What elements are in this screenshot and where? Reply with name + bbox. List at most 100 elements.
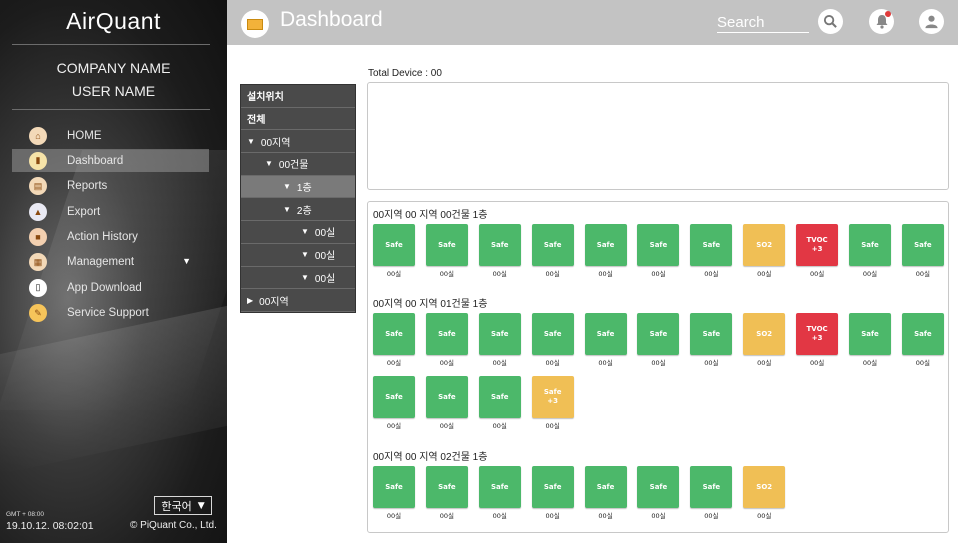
sidebar-item-action-history[interactable]: ■ Action History	[12, 226, 209, 249]
tree-node[interactable]: ▼ 00실	[241, 244, 355, 267]
device-card[interactable]: Safe 00실	[637, 466, 680, 520]
language-select[interactable]: 한국어 ▼	[154, 496, 212, 515]
device-status-tile[interactable]: Safe	[478, 224, 521, 266]
device-status-tile[interactable]: Safe +3	[531, 376, 574, 418]
sidebar-item-management[interactable]: ▦ Management ▼	[12, 251, 209, 274]
device-status-tile[interactable]: SO2	[743, 313, 786, 355]
device-status-tile[interactable]: Safe	[849, 224, 892, 266]
device-card[interactable]: Safe 00실	[901, 224, 944, 278]
device-card[interactable]: Safe 00실	[849, 224, 892, 278]
device-status-tile[interactable]: Safe	[425, 313, 468, 355]
sidebar-item-service-support[interactable]: ✎ Service Support	[12, 302, 209, 325]
tree-node[interactable]: ▼ 2층	[241, 198, 355, 222]
device-room-label: 00실	[545, 359, 560, 367]
device-card[interactable]: Safe 00실	[584, 224, 627, 278]
sidebar-item-reports[interactable]: ▤ Reports	[12, 175, 209, 198]
sidebar-item-home[interactable]: ⌂ HOME	[12, 124, 209, 147]
tree-node[interactable]: ▼ 1층	[241, 175, 355, 199]
device-status-label: Safe	[385, 240, 403, 249]
device-status-tile[interactable]: Safe	[901, 224, 944, 266]
device-status-tile[interactable]: Safe	[584, 313, 627, 355]
device-status-tile[interactable]: Safe	[901, 313, 944, 355]
device-status-tile[interactable]: Safe	[373, 466, 415, 508]
device-card[interactable]: Safe 00실	[425, 466, 468, 520]
device-card[interactable]: Safe 00실	[531, 313, 574, 367]
device-status-tile[interactable]: Safe	[373, 224, 415, 266]
device-card[interactable]: Safe 00실	[425, 224, 468, 278]
chevron-down-icon[interactable]: ▼	[182, 256, 191, 266]
expand-down-icon[interactable]: ▼	[301, 250, 309, 259]
search-input[interactable]: Search	[717, 14, 809, 33]
device-status-tile[interactable]: Safe	[637, 224, 680, 266]
device-card[interactable]: Safe 00실	[637, 313, 680, 367]
device-card[interactable]: TVOC +3 00실	[796, 224, 839, 278]
device-status-tile[interactable]: Safe	[478, 376, 521, 418]
device-status-tile[interactable]: Safe	[690, 313, 733, 355]
expand-down-icon[interactable]: ▼	[283, 205, 291, 214]
device-status-tile[interactable]: Safe	[531, 224, 574, 266]
device-status-tile[interactable]: Safe	[478, 313, 521, 355]
device-status-tile[interactable]: Safe	[425, 376, 468, 418]
expand-down-icon[interactable]: ▼	[301, 273, 309, 282]
device-card[interactable]: SO2 00실	[743, 466, 786, 520]
device-card[interactable]: Safe 00실	[373, 313, 415, 367]
tree-node[interactable]: ▼ 00건물	[241, 153, 355, 176]
device-status-tile[interactable]: SO2	[743, 466, 786, 508]
device-card[interactable]: Safe 00실	[690, 466, 733, 520]
device-status-tile[interactable]: Safe	[690, 224, 733, 266]
sidebar-item-app-download[interactable]: ▯ App Download	[12, 276, 209, 299]
device-status-tile[interactable]: Safe	[478, 466, 521, 508]
device-card[interactable]: Safe 00실	[531, 466, 574, 520]
expand-down-icon[interactable]: ▼	[265, 159, 273, 168]
device-card[interactable]: Safe 00실	[478, 313, 521, 367]
sidebar-item-export[interactable]: ▲ Export	[12, 200, 209, 223]
device-card[interactable]: Safe 00실	[584, 313, 627, 367]
user-icon[interactable]	[919, 9, 944, 34]
device-card[interactable]: TVOC +3 00실	[796, 313, 839, 367]
device-card[interactable]: Safe 00실	[425, 376, 468, 430]
device-status-tile[interactable]: Safe	[584, 224, 627, 266]
device-card[interactable]: SO2 00실	[743, 313, 786, 367]
device-status-tile[interactable]: Safe	[373, 313, 415, 355]
device-card[interactable]: Safe 00실	[425, 313, 468, 367]
device-card[interactable]: SO2 00실	[743, 224, 786, 278]
device-card[interactable]: Safe 00실	[690, 224, 733, 278]
tree-node[interactable]: ▼ 00실	[241, 221, 355, 244]
device-status-tile[interactable]: Safe	[690, 466, 733, 508]
device-card[interactable]: Safe 00실	[637, 224, 680, 278]
device-status-tile[interactable]: Safe	[584, 466, 627, 508]
device-card[interactable]: Safe 00실	[584, 466, 627, 520]
bell-icon[interactable]	[869, 9, 894, 34]
search-icon[interactable]	[818, 9, 843, 34]
sidebar-item-dashboard[interactable]: ▮ Dashboard	[12, 149, 209, 173]
device-status-tile[interactable]: TVOC +3	[796, 313, 839, 355]
device-card[interactable]: Safe 00실	[690, 313, 733, 367]
device-card[interactable]: Safe +3 00실	[531, 376, 574, 430]
device-card[interactable]: Safe 00실	[478, 224, 521, 278]
device-status-tile[interactable]: SO2	[743, 224, 786, 266]
device-status-tile[interactable]: Safe	[425, 466, 468, 508]
device-status-tile[interactable]: Safe	[849, 313, 892, 355]
expand-right-icon[interactable]: ▶	[247, 296, 253, 305]
device-card[interactable]: Safe 00실	[478, 466, 521, 520]
device-card[interactable]: Safe 00실	[478, 376, 521, 430]
tree-node[interactable]: ▶ 00지역	[241, 289, 355, 312]
expand-down-icon[interactable]: ▼	[301, 227, 309, 236]
tree-node[interactable]: ▼ 00지역	[241, 130, 355, 154]
device-card[interactable]: Safe 00실	[373, 466, 415, 520]
device-card[interactable]: Safe 00실	[901, 313, 944, 367]
expand-down-icon[interactable]: ▼	[283, 182, 291, 191]
device-status-tile[interactable]: Safe	[373, 376, 415, 418]
device-status-tile[interactable]: TVOC +3	[796, 224, 839, 266]
device-card[interactable]: Safe 00실	[849, 313, 892, 367]
expand-down-icon[interactable]: ▼	[247, 137, 255, 146]
device-status-tile[interactable]: Safe	[425, 224, 468, 266]
device-status-tile[interactable]: Safe	[531, 313, 574, 355]
device-card[interactable]: Safe 00실	[531, 224, 574, 278]
tree-node[interactable]: ▼ 00실	[241, 267, 355, 290]
device-status-tile[interactable]: Safe	[531, 466, 574, 508]
device-status-tile[interactable]: Safe	[637, 313, 680, 355]
device-card[interactable]: Safe 00실	[373, 376, 415, 430]
device-card[interactable]: Safe 00실	[373, 224, 415, 278]
device-status-tile[interactable]: Safe	[637, 466, 680, 508]
